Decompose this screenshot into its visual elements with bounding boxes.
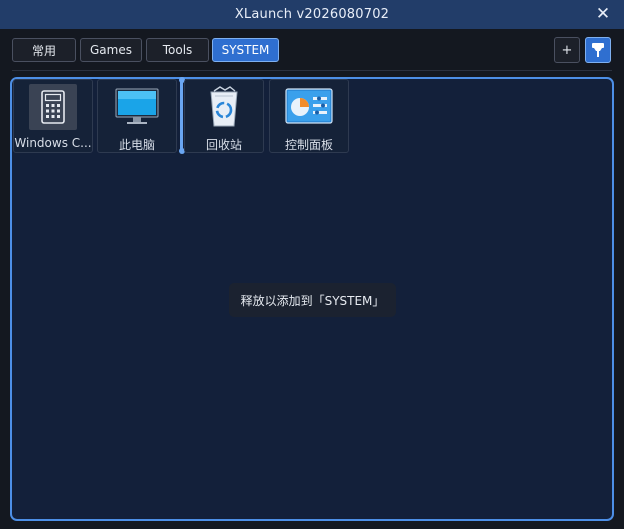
close-icon: ✕ <box>595 4 611 24</box>
app-tile-this-pc[interactable]: 此电脑 <box>97 79 177 153</box>
tab-system[interactable]: SYSTEM <box>212 38 279 62</box>
window-title: XLaunch v2026080702 <box>234 7 390 22</box>
control-panel-icon <box>285 84 333 130</box>
tab-divider <box>12 70 612 71</box>
app-tile-control-panel[interactable]: 控制面板 <box>269 79 349 153</box>
tab-label: Tools <box>162 43 193 57</box>
tab-games[interactable]: Games <box>80 38 142 62</box>
recycle-bin-icon <box>200 84 248 130</box>
tab-common[interactable]: 常用 <box>12 38 76 62</box>
tab-label: Games <box>90 43 132 57</box>
pin-icon <box>592 43 604 57</box>
close-button[interactable]: ✕ <box>593 4 613 24</box>
add-tab-button[interactable]: + <box>554 37 580 63</box>
app-tile-label: 控制面板 <box>284 138 333 152</box>
app-tile-label: 回收站 <box>205 138 242 152</box>
app-tile-recycle-bin[interactable]: 回收站 <box>184 79 264 153</box>
plus-icon: + <box>561 42 573 58</box>
toast-text: 释放以添加到「SYSTEM」 <box>240 293 385 308</box>
app-tile-label: Windows C... <box>14 136 92 150</box>
drop-toast: 释放以添加到「SYSTEM」 <box>229 283 396 317</box>
calculator-icon <box>29 84 77 130</box>
app-tile-calculator[interactable]: Windows C... <box>13 79 93 153</box>
pin-button[interactable] <box>585 37 611 63</box>
drop-indicator <box>180 80 183 152</box>
tab-tools[interactable]: Tools <box>146 38 209 62</box>
tab-label: 常用 <box>31 43 56 58</box>
tab-label: SYSTEM <box>221 43 270 57</box>
title-bar: XLaunch v2026080702 ✕ <box>0 0 624 29</box>
tab-bar: 常用 Games Tools SYSTEM + <box>0 29 624 71</box>
monitor-icon <box>113 84 161 130</box>
app-tile-label: 此电脑 <box>118 138 155 152</box>
